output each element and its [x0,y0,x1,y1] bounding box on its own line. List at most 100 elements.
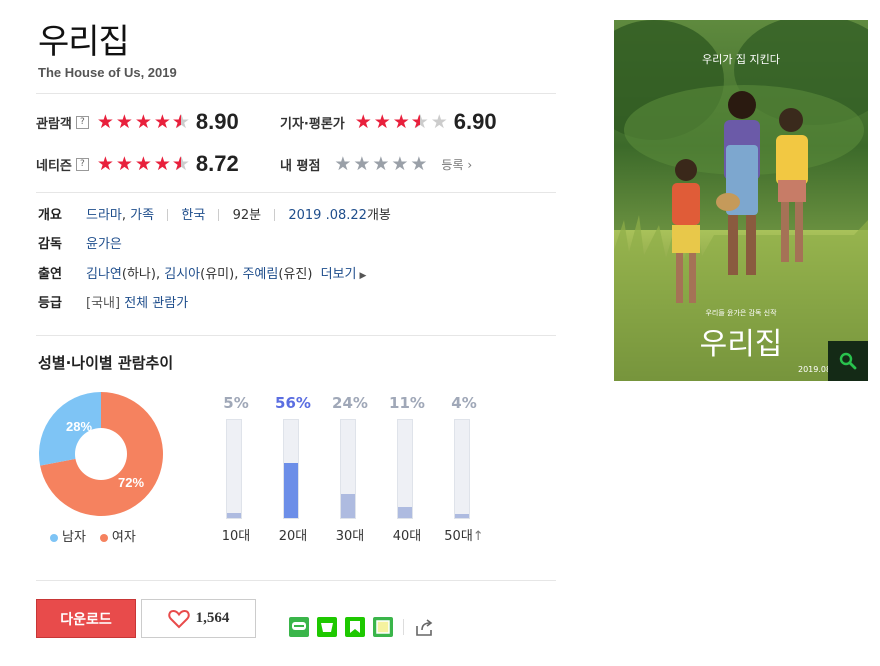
more-cast-link[interactable]: 더보기 [321,267,357,282]
cast-row: 출연 김나연(하나), 김시아(유미), 주예림(유진) 더보기 ▶ [38,262,366,282]
actor-link[interactable]: 김시아 [164,267,200,282]
pie-label-female: 72% [118,475,144,490]
divider [36,192,556,193]
arrow-up-icon: ↑ [472,529,484,544]
poster-tagline: 우리가 집 지킨다 [702,53,780,66]
star-icon[interactable]: ★ [408,153,427,175]
age-bar-fill [341,494,355,518]
half-star-icon: ★ [171,153,190,175]
memo-share-icon[interactable] [373,617,393,637]
release-date-link[interactable]: 2019 .08.22 [288,208,367,223]
poster-credit: 우리들 윤가은 감독 신작 [705,308,777,317]
cast-key: 출연 [38,266,62,282]
age-bar-label: 50대↑ [444,525,484,544]
pie-label-male: 28% [66,419,92,434]
cup-icon [321,623,333,632]
star-icon[interactable]: ★ [332,153,351,175]
separator [274,209,276,221]
poster-image: 우리가 집 지킨다 우리들 윤가은 감독 신작 우리집 2019.08 [614,20,868,381]
age-bar-label-text: 40대 [392,529,422,544]
overview-value: 드라마, 가족 한국 92분 2019 .08.22개봉 [86,207,391,223]
actor-role: (유미) [200,266,235,282]
separator [167,209,169,221]
actor-link[interactable]: 김나연 [86,267,122,282]
help-icon[interactable]: ? [75,115,89,129]
my-rating-stars[interactable]: ★ ★ ★ ★ ★ [332,153,427,175]
line-share-icon[interactable] [289,617,309,637]
star-icon[interactable]: ★ [389,153,408,175]
chat-bubble-icon [292,622,306,630]
movie-poster[interactable]: 우리가 집 지킨다 우리들 윤가은 감독 신작 우리집 2019.08 [614,20,868,381]
age-bar-track [226,419,242,519]
star-icon: ★ [134,153,152,175]
age-bar-label: 10대 [216,525,256,544]
age-bar-track [340,419,356,519]
caret-right-icon: ▶ [359,270,367,281]
age-bar-track [454,419,470,519]
poster-zoom-button[interactable] [828,341,868,381]
note-icon [376,620,390,634]
star-icon: ★ [153,153,171,175]
share-icon[interactable] [414,617,436,637]
star-icon[interactable]: ★ [351,153,370,175]
age-bar-fill [455,514,469,518]
actor-role: (하나) [121,266,156,282]
star-icon: ★ [96,153,114,175]
director-link[interactable]: 윤가은 [86,237,122,252]
band-share-icon[interactable] [317,617,337,637]
country-link[interactable]: 한국 [181,208,205,223]
legend-label-female: 여자 [111,530,136,545]
bookmark-share-icon[interactable] [345,617,365,637]
age-bar-percent: 56% [275,394,311,412]
audience-stars: ★ ★ ★ ★ ★ [95,111,190,133]
age-bar-label-text: 20대 [278,529,308,544]
legend-male: 남자 [50,526,86,545]
pie-hole [75,428,127,480]
age-bar-fill [284,463,298,518]
critic-rating-label: 기자·평론가 [280,116,345,132]
movie-title: 우리집 [38,22,130,62]
heart-icon [167,609,190,628]
age-bar-label-text: 30대 [335,529,365,544]
grade-link[interactable]: 전체 관람가 [124,296,188,311]
grade-key: 등급 [38,295,62,311]
netizen-score: 8.72 [195,151,239,176]
genre-link[interactable]: 드라마 [86,208,122,223]
my-rating-label: 내 평점 [280,158,321,174]
half-star-icon: ★ [410,111,429,133]
star-icon: ★ [115,153,133,175]
age-bar-fill [227,513,241,518]
legend-dot-female [99,533,108,542]
age-bar-track [283,419,299,519]
age-bar-label: 30대 [330,525,370,544]
separator [403,619,404,635]
chevron-right-icon: › [467,157,473,172]
like-button[interactable]: 1,564 [141,599,256,638]
age-bar-percent: 4% [451,394,477,412]
director-key: 감독 [38,236,62,252]
help-icon[interactable]: ? [75,157,89,171]
actor-link[interactable]: 주예림 [242,267,278,282]
critic-score: 6.90 [453,109,497,134]
genre-link[interactable]: 가족 [130,208,154,223]
actor-role: (유진) [278,266,313,282]
age-bar-percent: 24% [332,394,368,412]
netizen-rating-label: 네티즌 [36,158,72,174]
star-icon[interactable]: ★ [370,153,389,175]
age-bar-label-text: 10대 [221,529,251,544]
legend-dot-male [50,533,58,542]
critic-rating: 기자·평론가 ★ ★ ★ ★ ★ 6.90 [280,107,497,137]
separator [218,209,220,221]
divider [36,93,556,94]
poster-date: 2019.08 [798,365,831,374]
download-button[interactable]: 다운로드 [36,599,136,638]
age-bar-percent: 11% [389,394,425,412]
age-bar-label: 40대 [387,525,427,544]
enroll-rating-link[interactable]: 등록 › [441,156,472,173]
star-icon: ★ [153,111,171,133]
star-icon: ★ [354,111,372,133]
audience-score: 8.90 [195,109,239,134]
audience-rating-label: 관람객 [36,116,72,132]
star-icon: ★ [392,111,410,133]
audience-trend-title: 성별·나이별 관람추이 [38,354,174,372]
